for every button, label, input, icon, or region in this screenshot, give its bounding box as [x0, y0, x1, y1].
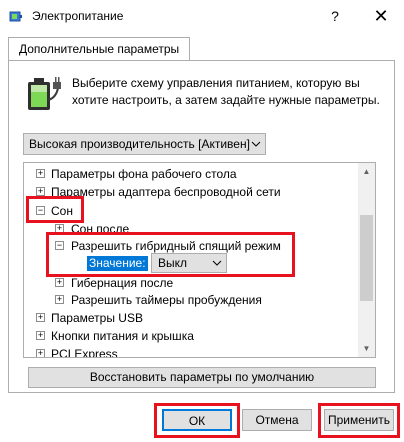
battery-plug-icon — [28, 77, 61, 110]
expand-icon[interactable]: + — [36, 187, 45, 196]
tree-item-label: Сон после — [71, 222, 130, 236]
cancel-button[interactable]: Отмена — [242, 409, 312, 431]
expand-icon[interactable]: + — [36, 331, 45, 340]
expand-icon[interactable]: + — [55, 295, 64, 304]
collapse-icon[interactable]: − — [55, 241, 64, 250]
tree-item-label: Параметры фона рабочего стола — [51, 167, 237, 181]
tree-item-label: Сон — [51, 204, 73, 218]
tree-item-label: Разрешить таймеры пробуждения — [71, 293, 262, 307]
power-options-icon — [9, 11, 22, 22]
restore-defaults-button[interactable]: Восстановить параметры по умолчанию — [28, 367, 376, 388]
power-plan-dropdown[interactable]: Высокая производительность [Активен] — [23, 133, 266, 155]
help-button[interactable]: ? — [312, 0, 358, 32]
scroll-thumb[interactable] — [360, 215, 373, 301]
expand-icon[interactable]: + — [36, 313, 45, 322]
chevron-down-icon — [251, 141, 261, 147]
ok-button[interactable]: ОК — [162, 409, 232, 431]
window-title: Электропитание — [32, 9, 124, 23]
expand-icon[interactable]: + — [55, 278, 64, 287]
tree-item-label: Гибернация после — [71, 276, 174, 290]
collapse-icon[interactable]: − — [36, 206, 45, 215]
description-text: Выберите схему управления питанием, кото… — [72, 76, 380, 107]
hybrid-sleep-value: Выкл — [158, 256, 188, 270]
hybrid-sleep-value-dropdown[interactable]: Выкл — [151, 253, 227, 273]
expand-icon[interactable]: + — [36, 349, 45, 357]
tab-advanced-settings[interactable]: Дополнительные параметры — [8, 37, 191, 62]
expand-icon[interactable]: + — [36, 169, 45, 178]
power-plan-value: Высокая производительность [Активен] — [29, 137, 250, 151]
chevron-down-icon — [212, 260, 222, 266]
title-bar: Электропитание ? ✕ — [0, 0, 404, 32]
close-button[interactable]: ✕ — [358, 0, 404, 32]
expand-icon[interactable]: + — [55, 224, 64, 233]
value-label: Значение: — [87, 256, 148, 271]
apply-button[interactable]: Применить — [324, 409, 394, 431]
tree-item-label: PCI Express — [51, 347, 118, 358]
scroll-up-arrow-icon[interactable]: ▲ — [358, 163, 375, 180]
tree-item-label: Параметры адаптера беспроводной сети — [51, 185, 281, 199]
scroll-down-arrow-icon[interactable]: ▼ — [358, 340, 375, 357]
tree-item-label: Параметры USB — [51, 311, 143, 325]
tree-scrollbar[interactable]: ▲ ▼ — [358, 163, 375, 357]
tree-item-label: Кнопки питания и крышка — [51, 329, 194, 343]
